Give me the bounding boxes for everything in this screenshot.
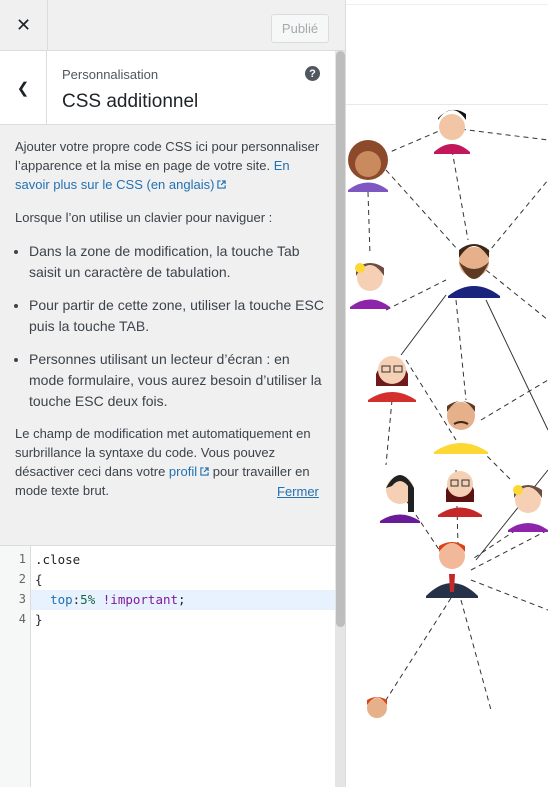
page-title: CSS additionnel [62,91,199,112]
customizer-panel: ✕ Publié ❮ Personnalisation CSS addition… [0,0,346,787]
person-avatar [426,542,478,598]
close-description-link[interactable]: Fermer [277,484,319,499]
keyboard-tips-list: Dans la zone de modification, la touche … [15,241,325,412]
line-number: 4 [18,612,26,626]
person-avatar [380,475,420,523]
breadcrumb: Personnalisation [62,67,159,82]
code-line[interactable]: { [35,572,43,587]
publish-button[interactable]: Publié [271,14,329,43]
line-number: 2 [18,572,26,586]
section-description: Ajouter votre propre code CSS ici pour p… [15,137,325,514]
person-avatar [438,471,482,517]
line-number: 3 [18,592,26,606]
person-avatar [350,263,390,309]
help-icon[interactable]: ? [305,66,320,81]
external-link-icon [217,180,227,189]
description-intro: Ajouter votre propre code CSS ici pour p… [15,137,325,194]
list-item: Pour partir de cette zone, utiliser la t… [29,295,325,337]
person-avatar [367,697,387,718]
list-item: Personnes utilisant un lecteur d’écran :… [29,349,325,412]
close-icon: ✕ [15,14,32,35]
section-header: ❮ Personnalisation CSS additionnel ? [0,51,335,125]
site-preview[interactable] [346,0,548,787]
profile-label: profil [168,464,198,479]
code-line[interactable]: .close [35,552,80,567]
person-avatar [434,401,488,454]
list-item: Dans la zone de modification, la touche … [29,241,325,283]
person-avatar [448,244,500,298]
person-avatar [368,356,416,402]
chevron-left-icon: ❮ [16,80,30,97]
person-avatar [348,140,388,192]
panel-scrollbar-thumb[interactable] [336,51,345,627]
keyboard-intro: Lorsque l’on utilise un clavier pour nav… [15,210,273,225]
customizer-header: ✕ Publié [0,0,345,51]
profile-link[interactable]: profil [169,464,209,479]
line-number: 1 [18,552,26,566]
people-network-illustration [348,109,548,718]
code-line[interactable]: top:5% !important; [35,592,186,607]
back-button[interactable]: ❮ [0,51,47,125]
css-code-editor[interactable]: 1 2 3 4 .close { top:5% !important; } [0,545,335,787]
close-customizer-button[interactable]: ✕ [0,0,48,50]
person-avatar [508,485,548,532]
code-line[interactable]: } [35,612,43,627]
external-link-icon [200,467,209,476]
person-avatar [434,109,470,154]
